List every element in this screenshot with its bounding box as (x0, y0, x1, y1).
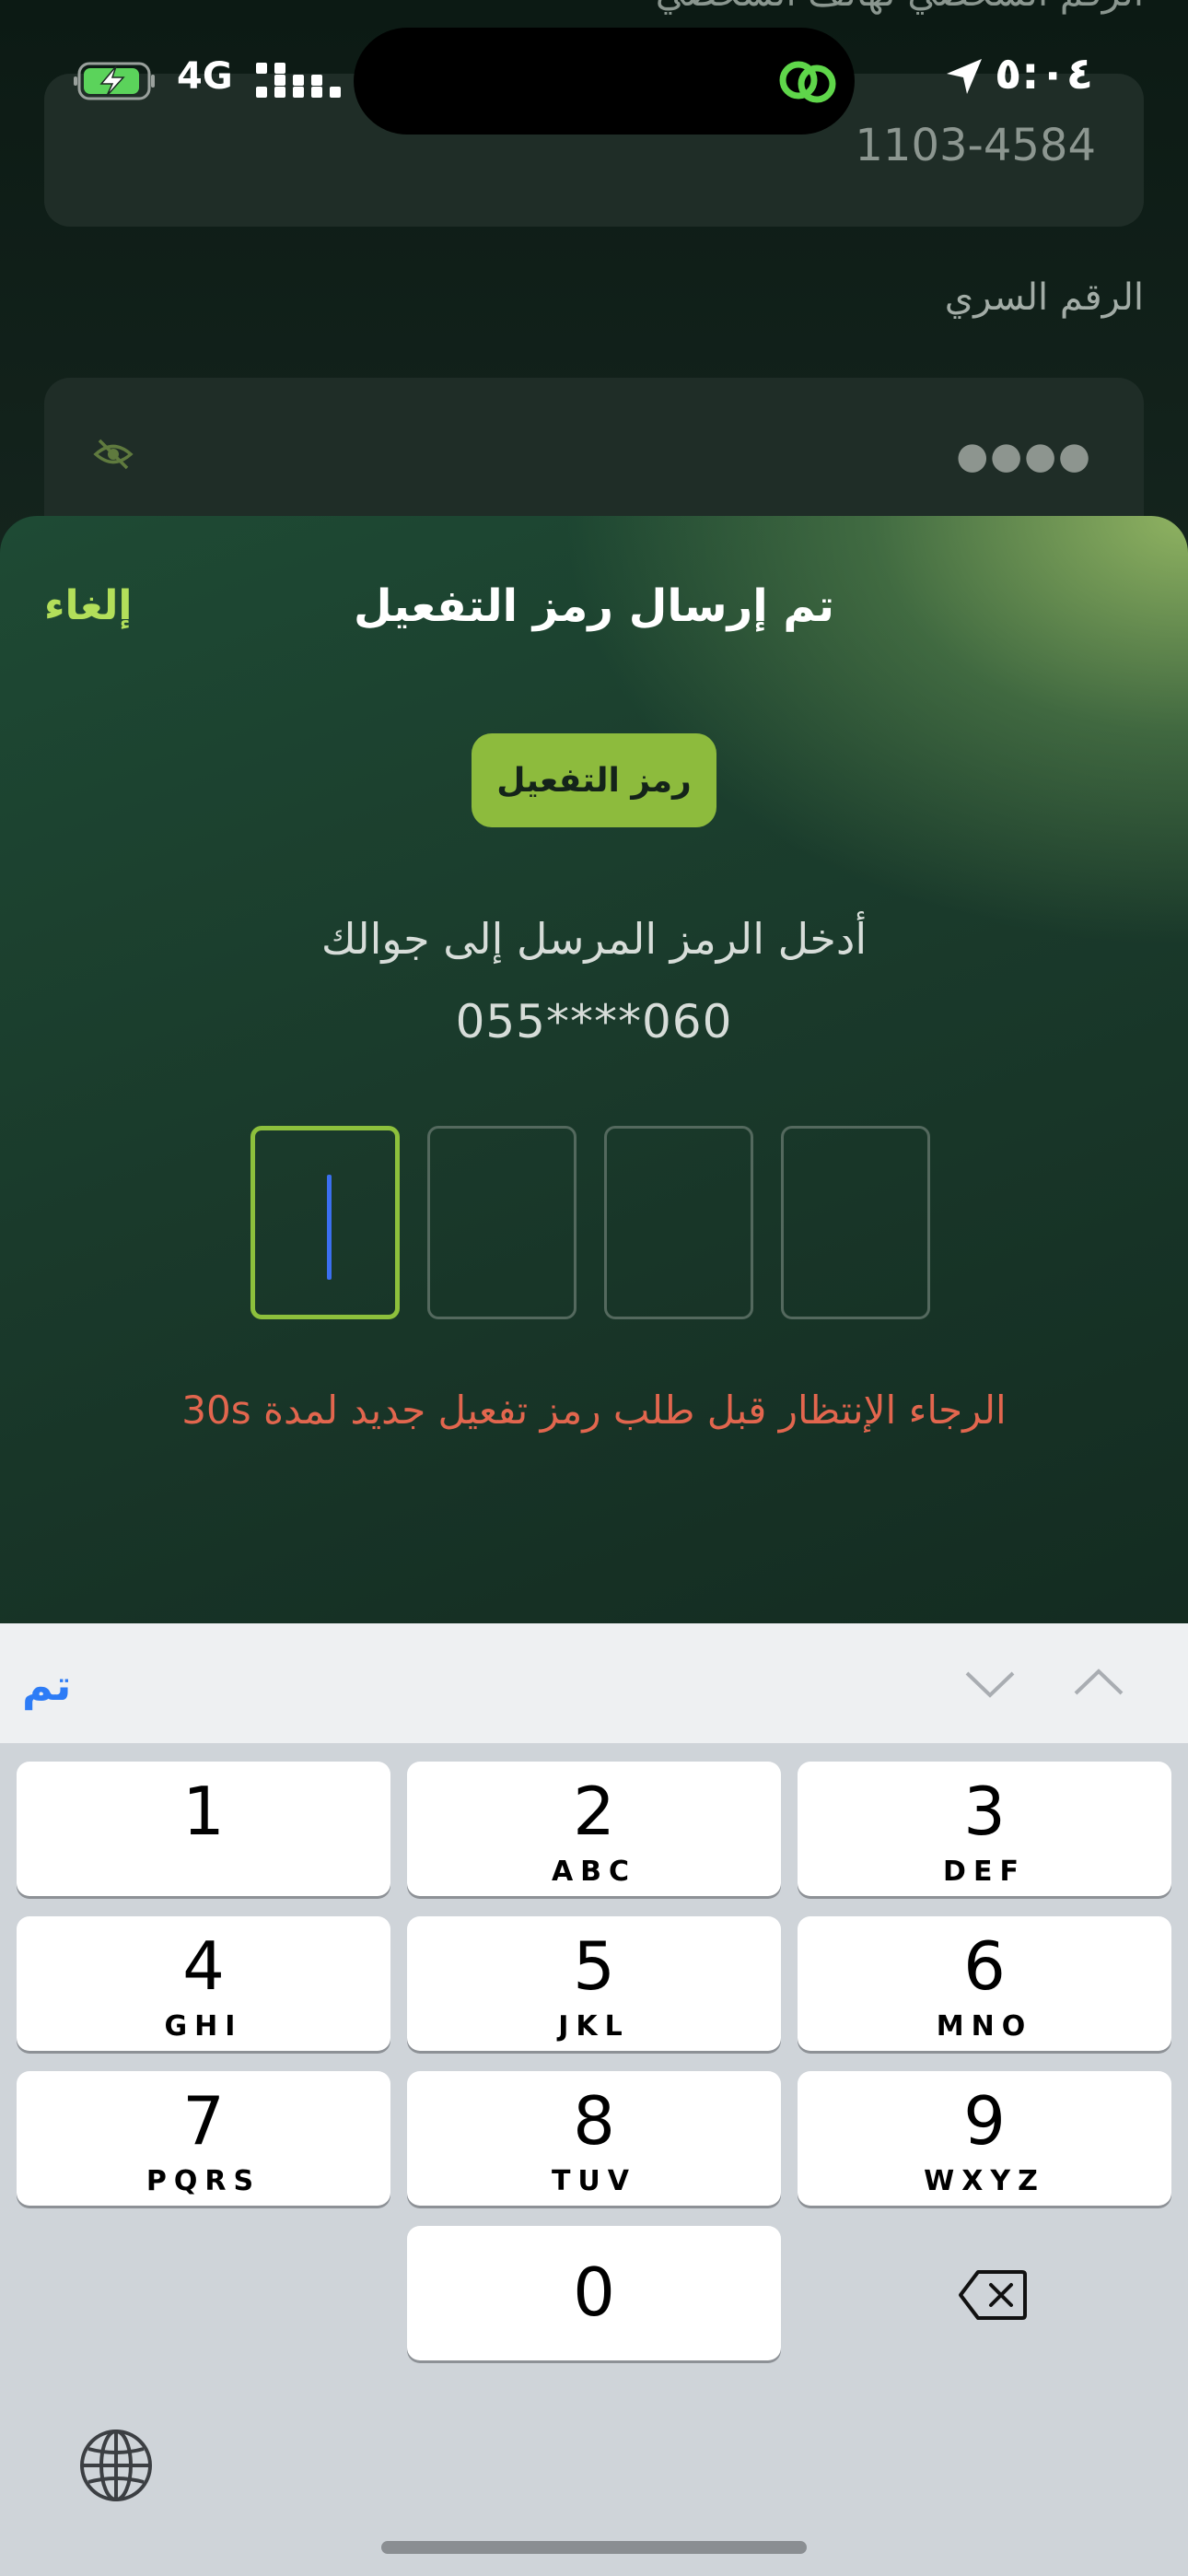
key-digit: 6 (963, 1927, 1006, 2005)
backspace-icon[interactable] (958, 2268, 1028, 2322)
key-digit: 2 (573, 1773, 615, 1850)
keyboard-toolbar: تم (0, 1623, 1188, 1743)
chevron-down-icon[interactable] (961, 1662, 1019, 1704)
otp-digit-3[interactable] (604, 1126, 753, 1319)
key-letters: JKL (558, 2010, 630, 2043)
key-digit: 3 (963, 1773, 1006, 1850)
key-letters: GHI (164, 2010, 243, 2043)
instruction-text: أدخل الرمز المرسل إلى جوالك (320, 914, 868, 964)
otp-input-row (250, 1126, 938, 1325)
key-letters: MNO (936, 2010, 1033, 2043)
key-8[interactable]: 8 TUV (407, 2071, 781, 2206)
status-time: ٥:٠٤ (995, 48, 1094, 100)
key-6[interactable]: 6 MNO (798, 1916, 1171, 2051)
key-digit: 4 (182, 1927, 225, 2005)
dynamic-island (354, 28, 855, 135)
key-7[interactable]: 7 PQRS (17, 2071, 390, 2206)
key-digit: 7 (182, 2082, 225, 2160)
key-1[interactable]: 1 (17, 1762, 390, 1896)
chevron-up-icon[interactable] (1070, 1662, 1127, 1704)
activation-sheet: إلغاء تم إرسال رمز التفعيل رمز التفعيل أ… (0, 516, 1188, 1714)
key-9[interactable]: 9 WXYZ (798, 2071, 1171, 2206)
link-icon (779, 61, 836, 103)
key-5[interactable]: 5 JKL (407, 1916, 781, 2051)
status-bar: 4G ٥:٠٤ (0, 0, 1188, 157)
globe-icon[interactable] (77, 2427, 155, 2504)
key-letters: DEF (943, 1856, 1026, 1888)
otp-digit-1[interactable] (250, 1126, 400, 1319)
masked-phone-number: 055****060 (455, 995, 733, 1048)
key-digit: 1 (182, 1773, 225, 1850)
otp-digit-2[interactable] (427, 1126, 577, 1319)
home-indicator (381, 2541, 807, 2554)
eye-slash-icon[interactable] (92, 433, 134, 475)
key-letters: WXYZ (924, 2165, 1045, 2197)
key-digit: 9 (963, 2082, 1006, 2160)
key-letters: PQRS (146, 2165, 262, 2197)
key-0[interactable]: 0 (407, 2226, 781, 2360)
network-type: 4G (177, 55, 233, 98)
pin-field-label: الرقم السري (944, 276, 1144, 319)
activation-code-chip: رمز التفعيل (472, 733, 716, 827)
key-4[interactable]: 4 GHI (17, 1916, 390, 2051)
location-arrow-icon (947, 59, 982, 94)
key-digit: 5 (573, 1927, 615, 2005)
text-cursor (327, 1175, 332, 1280)
key-letters: TUV (551, 2165, 637, 2197)
otp-digit-4[interactable] (781, 1126, 930, 1319)
signal-strength-icon (256, 63, 341, 98)
key-digit: 8 (573, 2082, 615, 2160)
key-letters: ABC (551, 1856, 637, 1888)
key-digit: 0 (573, 2254, 615, 2331)
key-3[interactable]: 3 DEF (798, 1762, 1171, 1896)
battery-charging-icon (74, 62, 155, 100)
pin-dots: ●●●● (956, 435, 1092, 477)
resend-wait-message: الرجاء الإنتظار قبل طلب رمز تفعيل جديد ل… (181, 1388, 1007, 1433)
sheet-title: تم إرسال رمز التفعيل (353, 580, 835, 632)
key-2[interactable]: 2 ABC (407, 1762, 781, 1896)
done-button[interactable]: تم (22, 1660, 71, 1710)
